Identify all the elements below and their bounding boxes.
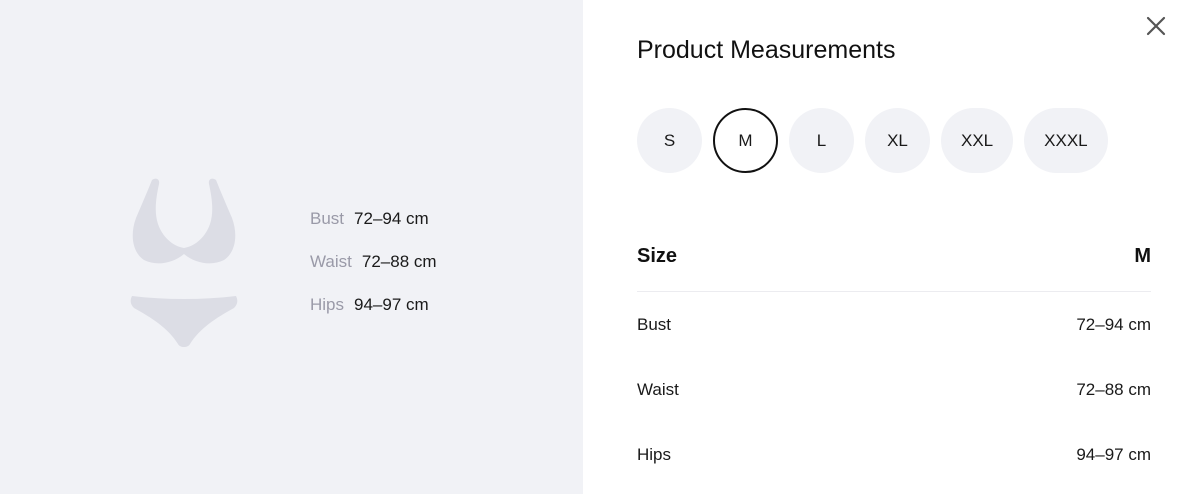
size-option-m[interactable]: M	[713, 108, 778, 173]
size-option-xxl[interactable]: XXL	[941, 108, 1014, 173]
measurements-panel: Product Measurements S M L XL XXL XXXL S…	[583, 0, 1182, 494]
row-label: Waist	[637, 379, 679, 399]
summary-row-waist: Waist 72–88 cm	[310, 251, 437, 294]
size-option-s[interactable]: S	[637, 108, 702, 173]
size-option-xxxl[interactable]: XXXL	[1024, 108, 1108, 173]
row-label: Bust	[637, 314, 672, 334]
panel-title: Product Measurements	[637, 36, 896, 64]
table-header: Size M	[637, 222, 1151, 292]
summary-label: Bust	[310, 209, 345, 228]
row-label: Hips	[637, 444, 672, 464]
table-row-bust: Bust 72–94 cm	[637, 292, 1151, 357]
summary-row-hips: Hips 94–97 cm	[310, 294, 437, 337]
measurements-table: Size M Bust 72–94 cm Waist 72–88 cm Hips…	[637, 222, 1151, 487]
close-icon	[1146, 16, 1166, 36]
row-value: 94–97 cm	[1076, 444, 1151, 464]
product-preview-pane: Bust 72–94 cm Waist 72–88 cm Hips 94–97 cm	[0, 0, 583, 494]
row-value: 72–94 cm	[1076, 314, 1151, 334]
header-label: Size	[637, 245, 678, 267]
summary-value: 72–88 cm	[361, 252, 437, 271]
table-row-waist: Waist 72–88 cm	[637, 357, 1151, 422]
summary-row-bust: Bust 72–94 cm	[310, 208, 437, 251]
header-selected-size: M	[1134, 245, 1151, 267]
summary-label: Waist	[310, 252, 352, 271]
close-button[interactable]	[1144, 14, 1168, 38]
row-value: 72–88 cm	[1076, 379, 1151, 399]
size-selector: S M L XL XXL XXXL	[637, 108, 1108, 173]
lingerie-icon	[130, 178, 238, 347]
summary-value: 72–94 cm	[354, 209, 429, 228]
table-row-hips: Hips 94–97 cm	[637, 422, 1151, 487]
summary-label: Hips	[310, 295, 345, 314]
summary-value: 94–97 cm	[354, 295, 429, 314]
measurement-summary: Bust 72–94 cm Waist 72–88 cm Hips 94–97 cm	[310, 208, 437, 337]
size-option-l[interactable]: L	[789, 108, 854, 173]
size-option-xl[interactable]: XL	[865, 108, 930, 173]
